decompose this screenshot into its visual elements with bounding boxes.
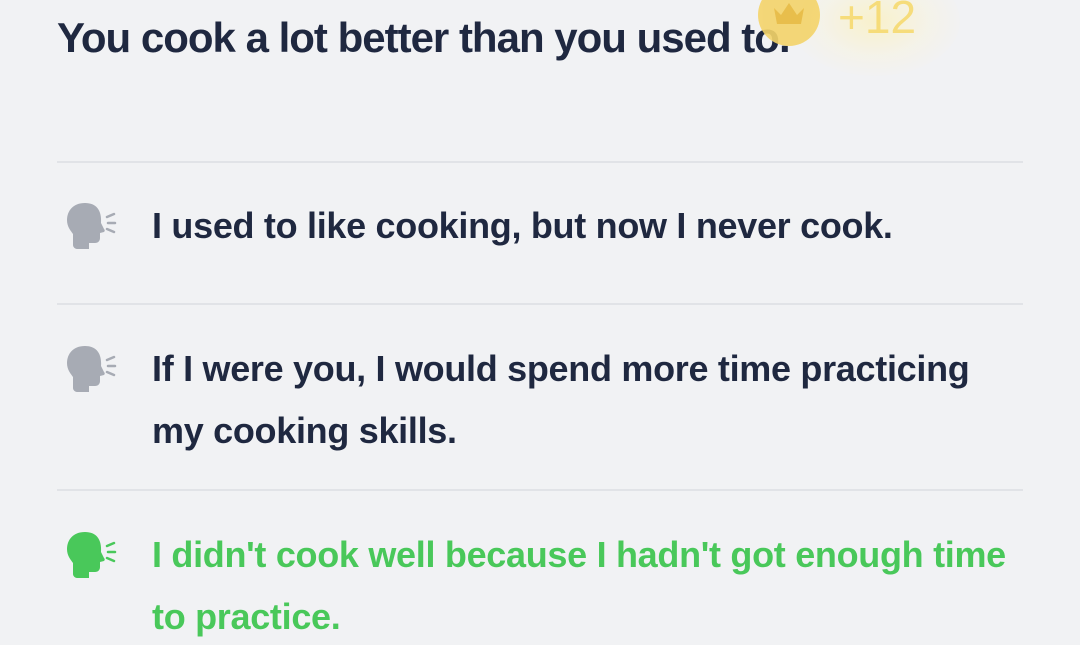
speaking-head-icon (67, 203, 117, 249)
reward-value: +12 (838, 0, 917, 43)
divider (57, 303, 1023, 305)
divider (57, 489, 1023, 491)
divider (57, 161, 1023, 163)
exercise-screen: You cook a lot better than you used to. … (0, 0, 1080, 645)
question-prompt: You cook a lot better than you used to. (57, 14, 791, 61)
speaking-head-icon (67, 346, 117, 392)
answer-option-text: If I were you, I would spend more time p… (152, 348, 970, 451)
reward-badge: +12 (750, 0, 970, 76)
answer-option-text: I didn't cook well because I hadn't got … (152, 534, 1006, 637)
speaking-head-icon (67, 532, 117, 578)
answer-option-text: I used to like cooking, but now I never … (152, 205, 893, 246)
